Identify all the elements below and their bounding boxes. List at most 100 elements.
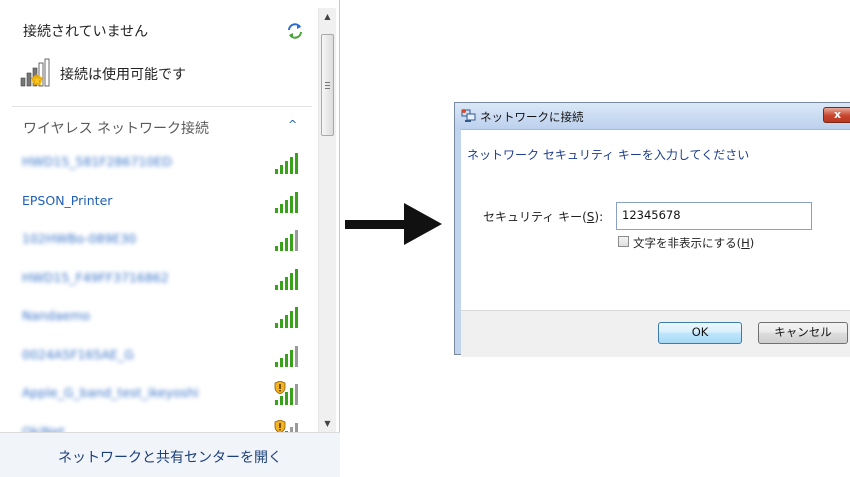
scroll-up-icon[interactable]: ▲ bbox=[319, 8, 336, 25]
signal-bar bbox=[290, 157, 293, 174]
wifi-signal-icon bbox=[275, 191, 301, 213]
signal-bar bbox=[285, 353, 288, 367]
wifi-signal-icon bbox=[275, 229, 301, 251]
wifi-signal-shield-icon bbox=[274, 381, 301, 405]
shield-warning-icon bbox=[274, 381, 286, 394]
refresh-icon[interactable] bbox=[286, 22, 304, 40]
security-key-input[interactable]: 12345678 bbox=[616, 202, 812, 230]
connect-to-network-dialog: ネットワークに接続 x ネットワーク セキュリティ キーを入力してください セキ… bbox=[454, 102, 850, 357]
grip-line bbox=[325, 82, 330, 83]
collapse-chevron-icon[interactable]: ^ bbox=[288, 118, 297, 131]
network-list-item[interactable]: OkiNet bbox=[0, 416, 318, 433]
wifi-signal-icon bbox=[275, 306, 301, 328]
wifi-signal-icon bbox=[275, 345, 301, 367]
signal-bar bbox=[280, 280, 283, 290]
label-mnemonic: H bbox=[741, 236, 750, 250]
label-text: ): bbox=[594, 210, 604, 224]
wifi-signal-icon bbox=[275, 268, 301, 290]
signal-bar bbox=[285, 238, 288, 251]
dialog-titlebar[interactable]: ネットワークに接続 x bbox=[455, 103, 850, 129]
signal-bar bbox=[275, 361, 278, 367]
dialog-title: ネットワークに接続 bbox=[480, 110, 584, 124]
section-divider bbox=[12, 106, 312, 107]
signal-bar bbox=[285, 199, 288, 213]
wireless-section-heading[interactable]: ワイヤレス ネットワーク接続 bbox=[23, 118, 209, 138]
network-list-item[interactable]: Nandaemo bbox=[0, 300, 318, 336]
cancel-button[interactable]: キャンセル bbox=[758, 322, 848, 344]
network-ssid: HWD15_F49FF3716862 bbox=[22, 269, 169, 285]
signal-bar bbox=[280, 203, 283, 213]
network-list-item[interactable]: HWD15_581F286710ED bbox=[0, 146, 318, 182]
signal-bar bbox=[295, 345, 298, 367]
scrollbar[interactable]: ▲ ▼ bbox=[318, 8, 336, 432]
connection-available-text: 接続は使用可能です bbox=[60, 67, 186, 83]
shield-warning-icon bbox=[274, 419, 286, 432]
signal-warning-icon bbox=[20, 58, 50, 87]
grip-line bbox=[325, 85, 330, 86]
signal-bar bbox=[285, 315, 288, 328]
hide-characters-label[interactable]: 文字を非表示にする(H) bbox=[633, 235, 754, 251]
network-list-item[interactable]: Apple_G_band_test_ikeyoshi bbox=[0, 377, 318, 413]
close-button[interactable]: x bbox=[823, 107, 850, 123]
signal-bar bbox=[285, 161, 288, 174]
signal-bar bbox=[295, 268, 298, 290]
hide-characters-checkbox[interactable] bbox=[618, 236, 629, 247]
signal-bar bbox=[275, 400, 278, 405]
signal-bar bbox=[295, 422, 298, 432]
arrow-shaft bbox=[345, 220, 407, 229]
network-ssid: Nandaemo bbox=[22, 308, 91, 323]
signal-bar bbox=[290, 311, 293, 328]
signal-bar bbox=[280, 396, 283, 405]
scroll-down-icon[interactable]: ▼ bbox=[319, 415, 336, 432]
signal-bar bbox=[295, 230, 298, 251]
network-list-item[interactable]: 0024A5F165AE_G bbox=[0, 339, 318, 375]
signal-bar bbox=[280, 319, 283, 328]
security-key-prompt: ネットワーク セキュリティ キーを入力してください bbox=[467, 148, 750, 162]
label-text: ) bbox=[749, 236, 755, 250]
dialog-button-bar: OK キャンセル bbox=[461, 310, 850, 357]
network-ssid: HWD15_581F286710ED bbox=[22, 154, 172, 169]
signal-bar bbox=[275, 323, 278, 328]
dialog-content: ネットワーク セキュリティ キーを入力してください セキュリティ キー(S): … bbox=[461, 129, 850, 311]
label-text: 文字を非表示にする( bbox=[633, 236, 742, 250]
signal-bar bbox=[295, 191, 298, 213]
network-flyout: 接続されていません 接続は使用可能です ワイヤレス ネットワーク接続 ^ HWD… bbox=[0, 0, 340, 477]
signal-bar bbox=[295, 307, 298, 328]
security-key-label: セキュリティ キー(S): bbox=[483, 208, 603, 225]
signal-bar bbox=[285, 276, 288, 290]
signal-bar bbox=[295, 384, 298, 405]
wifi-signal-shield-icon bbox=[274, 419, 301, 432]
flyout-footer: ネットワークと共有センターを開く bbox=[0, 433, 340, 477]
signal-bar bbox=[275, 246, 278, 251]
signal-bar bbox=[280, 242, 283, 251]
signal-bar bbox=[290, 349, 293, 367]
signal-bar bbox=[275, 207, 278, 213]
open-network-sharing-center-link[interactable]: ネットワークと共有センターを開く bbox=[0, 447, 340, 467]
network-ssid: 102HWBo-089E30 bbox=[22, 231, 137, 246]
signal-bar bbox=[290, 234, 293, 251]
scroll-thumb[interactable] bbox=[321, 34, 334, 136]
connection-available-row: 接続は使用可能です bbox=[20, 58, 310, 90]
signal-bar bbox=[290, 272, 293, 290]
network-ssid: Apple_G_band_test_ikeyoshi bbox=[22, 385, 199, 400]
network-list-item[interactable]: 102HWBo-089E30 bbox=[0, 223, 318, 259]
network-icon bbox=[461, 109, 476, 122]
signal-bar bbox=[290, 195, 293, 213]
signal-bar bbox=[275, 284, 278, 290]
grip-line bbox=[325, 88, 330, 89]
wifi-signal-icon bbox=[275, 152, 301, 174]
ok-button[interactable]: OK bbox=[658, 322, 742, 344]
network-ssid: OkiNet bbox=[22, 423, 65, 433]
signal-bar bbox=[275, 169, 278, 174]
signal-bar bbox=[290, 388, 293, 405]
network-ssid: 0024A5F165AE_G bbox=[22, 346, 134, 362]
network-list-item[interactable]: EPSON_Printer bbox=[0, 185, 318, 221]
signal-bar bbox=[280, 357, 283, 367]
network-list-item[interactable]: HWD15_F49FF3716862 bbox=[0, 262, 318, 298]
arrow-right-icon bbox=[404, 203, 442, 245]
label-text: セキュリティ キー( bbox=[483, 210, 587, 224]
network-ssid: EPSON_Printer bbox=[22, 192, 113, 208]
connection-status-text: 接続されていません bbox=[23, 24, 149, 40]
network-list-area: 接続されていません 接続は使用可能です ワイヤレス ネットワーク接続 ^ HWD… bbox=[0, 0, 318, 432]
signal-bar bbox=[295, 153, 298, 174]
